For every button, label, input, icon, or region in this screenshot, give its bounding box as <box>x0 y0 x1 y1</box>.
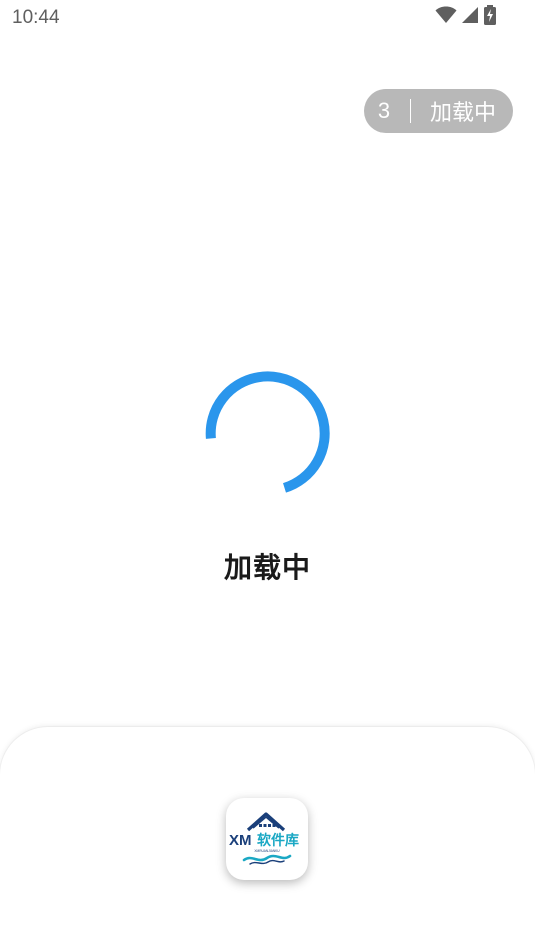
loading-text: 加载中 <box>223 551 311 584</box>
cell-signal-icon <box>461 6 479 28</box>
status-time: 10:44 <box>12 7 60 28</box>
skip-countdown-button[interactable]: 3 加载中 <box>364 89 513 133</box>
status-bar: 10:44 <box>0 0 535 36</box>
skip-label: 加载中 <box>430 101 497 126</box>
loading-spinner <box>204 370 331 497</box>
wifi-icon <box>435 6 457 28</box>
splash-screen: 10:44 3 加载中 加载中 XM 软件库 XMRUANJIANKU <box>0 0 535 951</box>
battery-charging-icon <box>483 5 497 29</box>
svg-text:XMRUANJIANKU: XMRUANJIANKU <box>254 849 280 853</box>
app-logo: XM 软件库 XMRUANJIANKU <box>226 798 308 880</box>
skip-divider <box>410 99 411 123</box>
status-icons <box>435 5 497 29</box>
svg-text:软件库: 软件库 <box>257 832 299 849</box>
svg-text:XM: XM <box>229 832 252 849</box>
skip-countdown-number: 3 <box>377 98 391 123</box>
